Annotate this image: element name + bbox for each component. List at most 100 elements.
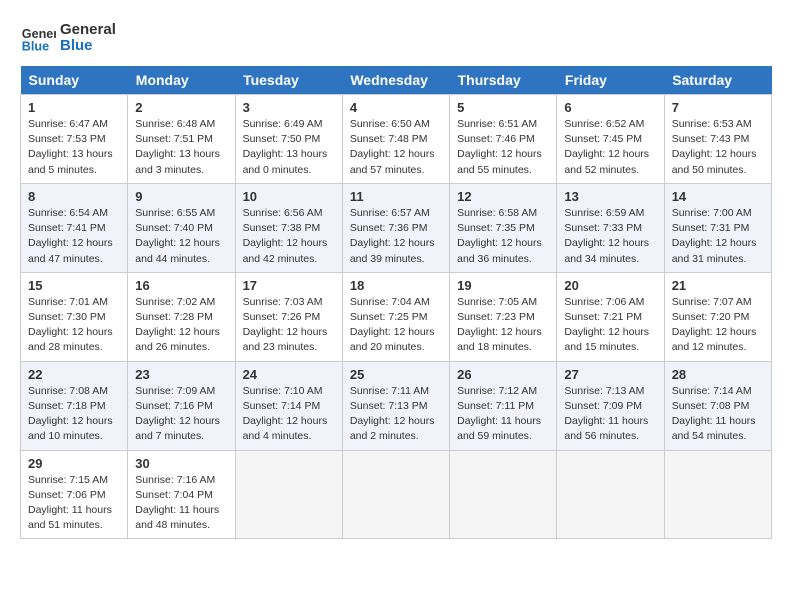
day-info: Sunrise: 6:56 AM Sunset: 7:38 PM Dayligh… [243,206,335,267]
logo-general: General [60,22,116,39]
day-info: Sunrise: 7:12 AM Sunset: 7:11 PM Dayligh… [457,384,549,445]
day-number: 9 [135,189,227,204]
day-number: 5 [457,100,549,115]
day-number: 17 [243,278,335,293]
day-info: Sunrise: 6:53 AM Sunset: 7:43 PM Dayligh… [672,117,764,178]
calendar-cell: 15 Sunrise: 7:01 AM Sunset: 7:30 PM Dayli… [21,272,128,361]
calendar-cell: 30 Sunrise: 7:16 AM Sunset: 7:04 PM Dayli… [128,450,235,539]
calendar-cell: 29Sunrise: 7:15 AM Sunset: 7:06 PM Dayli… [21,450,128,539]
day-number: 8 [28,189,120,204]
day-number: 24 [243,367,335,382]
day-number: 10 [243,189,335,204]
weekday-header-thursday: Thursday [450,66,557,95]
calendar-cell: 27 Sunrise: 7:13 AM Sunset: 7:09 PM Dayli… [557,361,664,450]
day-info: Sunrise: 6:49 AM Sunset: 7:50 PM Dayligh… [243,117,335,178]
day-info: Sunrise: 7:15 AM Sunset: 7:06 PM Dayligh… [28,473,120,534]
day-info: Sunrise: 7:11 AM Sunset: 7:13 PM Dayligh… [350,384,442,445]
day-info: Sunrise: 7:07 AM Sunset: 7:20 PM Dayligh… [672,295,764,356]
day-info: Sunrise: 6:50 AM Sunset: 7:48 PM Dayligh… [350,117,442,178]
page-header: General Blue General Blue [20,20,772,56]
week-row-2: 8 Sunrise: 6:54 AM Sunset: 7:41 PM Daylig… [21,183,772,272]
day-info: Sunrise: 6:57 AM Sunset: 7:36 PM Dayligh… [350,206,442,267]
calendar-cell: 16Sunrise: 7:02 AM Sunset: 7:28 PM Dayli… [128,272,235,361]
weekday-header-saturday: Saturday [664,66,771,95]
day-number: 13 [564,189,656,204]
day-info: Sunrise: 7:04 AM Sunset: 7:25 PM Dayligh… [350,295,442,356]
day-info: Sunrise: 7:03 AM Sunset: 7:26 PM Dayligh… [243,295,335,356]
calendar-cell: 4 Sunrise: 6:50 AM Sunset: 7:48 PM Daylig… [342,95,449,184]
calendar-cell: 26 Sunrise: 7:12 AM Sunset: 7:11 PM Dayli… [450,361,557,450]
calendar-cell: 2 Sunrise: 6:48 AM Sunset: 7:51 PM Daylig… [128,95,235,184]
calendar-cell: 12 Sunrise: 6:58 AM Sunset: 7:35 PM Dayli… [450,183,557,272]
calendar-cell: 28Sunrise: 7:14 AM Sunset: 7:08 PM Dayli… [664,361,771,450]
day-number: 7 [672,100,764,115]
day-info: Sunrise: 6:47 AM Sunset: 7:53 PM Dayligh… [28,117,120,178]
day-number: 6 [564,100,656,115]
day-number: 11 [350,189,442,204]
day-info: Sunrise: 7:05 AM Sunset: 7:23 PM Dayligh… [457,295,549,356]
calendar-cell: 10 Sunrise: 6:56 AM Sunset: 7:38 PM Dayli… [235,183,342,272]
weekday-header-tuesday: Tuesday [235,66,342,95]
day-info: Sunrise: 7:13 AM Sunset: 7:09 PM Dayligh… [564,384,656,445]
day-number: 25 [350,367,442,382]
day-number: 26 [457,367,549,382]
day-number: 20 [564,278,656,293]
day-number: 15 [28,278,120,293]
day-number: 21 [672,278,764,293]
calendar-cell: 24 Sunrise: 7:10 AM Sunset: 7:14 PM Dayli… [235,361,342,450]
weekday-header-friday: Friday [557,66,664,95]
day-number: 18 [350,278,442,293]
calendar-cell: 25 Sunrise: 7:11 AM Sunset: 7:13 PM Dayli… [342,361,449,450]
logo: General Blue General Blue [20,20,116,56]
calendar-cell: 21 Sunrise: 7:07 AM Sunset: 7:20 PM Dayli… [664,272,771,361]
weekday-header-wednesday: Wednesday [342,66,449,95]
day-info: Sunrise: 6:54 AM Sunset: 7:41 PM Dayligh… [28,206,120,267]
day-number: 4 [350,100,442,115]
calendar-cell [450,450,557,539]
day-info: Sunrise: 7:16 AM Sunset: 7:04 PM Dayligh… [135,473,227,534]
day-number: 23 [135,367,227,382]
calendar-cell [342,450,449,539]
day-info: Sunrise: 6:52 AM Sunset: 7:45 PM Dayligh… [564,117,656,178]
day-number: 1 [28,100,120,115]
week-row-1: 1 Sunrise: 6:47 AM Sunset: 7:53 PM Daylig… [21,95,772,184]
calendar-cell: 13 Sunrise: 6:59 AM Sunset: 7:33 PM Dayli… [557,183,664,272]
day-number: 2 [135,100,227,115]
calendar-cell: 1 Sunrise: 6:47 AM Sunset: 7:53 PM Daylig… [21,95,128,184]
svg-text:Blue: Blue [22,40,49,54]
calendar-table: SundayMondayTuesdayWednesdayThursdayFrid… [20,66,772,539]
week-row-5: 29Sunrise: 7:15 AM Sunset: 7:06 PM Dayli… [21,450,772,539]
weekday-header-monday: Monday [128,66,235,95]
day-info: Sunrise: 7:09 AM Sunset: 7:16 PM Dayligh… [135,384,227,445]
day-info: Sunrise: 7:08 AM Sunset: 7:18 PM Dayligh… [28,384,120,445]
logo-blue: Blue [60,38,116,55]
day-number: 27 [564,367,656,382]
day-info: Sunrise: 7:02 AM Sunset: 7:28 PM Dayligh… [135,295,227,356]
day-info: Sunrise: 6:55 AM Sunset: 7:40 PM Dayligh… [135,206,227,267]
calendar-cell: 8 Sunrise: 6:54 AM Sunset: 7:41 PM Daylig… [21,183,128,272]
day-info: Sunrise: 6:48 AM Sunset: 7:51 PM Dayligh… [135,117,227,178]
day-info: Sunrise: 6:58 AM Sunset: 7:35 PM Dayligh… [457,206,549,267]
day-info: Sunrise: 7:14 AM Sunset: 7:08 PM Dayligh… [672,384,764,445]
day-number: 30 [135,456,227,471]
calendar-cell: 5 Sunrise: 6:51 AM Sunset: 7:46 PM Daylig… [450,95,557,184]
logo-icon: General Blue [20,20,56,56]
calendar-cell: 23 Sunrise: 7:09 AM Sunset: 7:16 PM Dayli… [128,361,235,450]
day-info: Sunrise: 6:59 AM Sunset: 7:33 PM Dayligh… [564,206,656,267]
day-number: 12 [457,189,549,204]
day-info: Sunrise: 7:10 AM Sunset: 7:14 PM Dayligh… [243,384,335,445]
calendar-cell: 19Sunrise: 7:05 AM Sunset: 7:23 PM Dayli… [450,272,557,361]
weekday-header-row: SundayMondayTuesdayWednesdayThursdayFrid… [21,66,772,95]
day-info: Sunrise: 7:01 AM Sunset: 7:30 PM Dayligh… [28,295,120,356]
day-info: Sunrise: 7:00 AM Sunset: 7:31 PM Dayligh… [672,206,764,267]
week-row-4: 22 Sunrise: 7:08 AM Sunset: 7:18 PM Dayli… [21,361,772,450]
day-info: Sunrise: 7:06 AM Sunset: 7:21 PM Dayligh… [564,295,656,356]
day-info: Sunrise: 6:51 AM Sunset: 7:46 PM Dayligh… [457,117,549,178]
week-row-3: 15 Sunrise: 7:01 AM Sunset: 7:30 PM Dayli… [21,272,772,361]
calendar-cell: 18 Sunrise: 7:04 AM Sunset: 7:25 PM Dayli… [342,272,449,361]
calendar-cell: 9 Sunrise: 6:55 AM Sunset: 7:40 PM Daylig… [128,183,235,272]
day-number: 22 [28,367,120,382]
calendar-cell [235,450,342,539]
calendar-cell [557,450,664,539]
day-number: 14 [672,189,764,204]
